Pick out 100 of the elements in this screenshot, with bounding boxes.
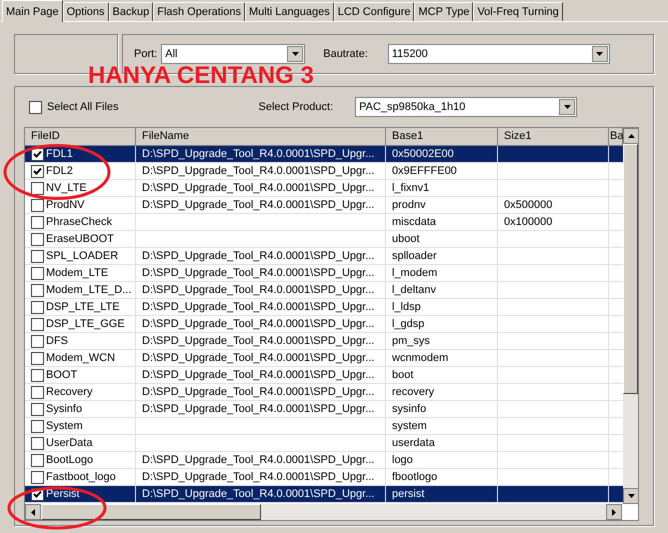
table-row[interactable]: BootLogo D:\SPD_Upgrade_Tool_R4.0.0001\SPD_Upgr... logo [25, 452, 623, 469]
product-dropdown[interactable]: PAC_sp9850ka_1h10 [355, 97, 578, 117]
base-cell: splloader [386, 248, 498, 265]
caret-icon [31, 508, 35, 516]
checkbox[interactable] [31, 402, 44, 416]
checkbox[interactable] [31, 386, 44, 398]
tab[interactable]: Flash Operations [153, 2, 245, 21]
caret-icon [564, 105, 571, 109]
checkbox[interactable] [29, 100, 42, 114]
table-row[interactable]: Sysinfo D:\SPD_Upgrade_Tool_R4.0.0001\SPD_Upgr... sysinfo [25, 401, 623, 418]
checkbox[interactable] [31, 300, 44, 314]
checkbox[interactable] [31, 420, 44, 432]
table-row[interactable]: System system [25, 418, 623, 435]
file-id-cell-text: ProdNV [46, 198, 85, 213]
table-row[interactable]: Persist D:\SPD_Upgrade_Tool_R4.0.0001\SPD_Upgr... persist [25, 486, 623, 503]
file-id-cell-text: System [46, 419, 83, 434]
base-cell: userdata [386, 435, 498, 452]
checkbox[interactable] [31, 334, 44, 348]
check-icon [33, 490, 42, 498]
checkbox[interactable] [31, 266, 44, 280]
file-name-cell: D:\SPD_Upgrade_Tool_R4.0.0001\SPD_Upgr... [136, 265, 386, 282]
dropdown-arrow-button[interactable] [592, 46, 608, 62]
checkbox[interactable] [31, 352, 44, 364]
base-cell: recovery [386, 384, 498, 401]
table-row[interactable]: Modem_LTE D:\SPD_Upgrade_Tool_R4.0.0001\SPD_Upgr... l_modem [25, 265, 623, 282]
table-row[interactable]: Modem_LTE_D... D:\SPD_Upgrade_Tool_R4.0.0001\SPD_Upgr... l_deltanv [25, 282, 623, 299]
checkbox[interactable] [31, 198, 44, 212]
checkbox[interactable] [31, 318, 44, 330]
annotation-text: HANYA CENTANG 3 [88, 62, 314, 90]
checkbox[interactable] [31, 454, 44, 466]
horizontal-scrollbar[interactable] [25, 504, 622, 520]
scroll-up-button[interactable] [623, 128, 638, 144]
table-row[interactable]: DSP_LTE_LTE D:\SPD_Upgrade_Tool_R4.0.0001\SPD_Upgr... l_ldsp [25, 299, 623, 316]
select-all-label: Select All Files [47, 100, 119, 115]
checkbox[interactable] [31, 368, 44, 382]
base-cell: miscdata [386, 214, 498, 231]
table-row[interactable]: BOOT D:\SPD_Upgrade_Tool_R4.0.0001\SPD_Upgr... boot [25, 367, 623, 384]
checkbox[interactable] [31, 182, 44, 194]
table-row[interactable]: ProdNV D:\SPD_Upgrade_Tool_R4.0.0001\SPD_Upgr... prodnv 0x500000 [25, 197, 623, 214]
dropdown-arrow-button[interactable] [287, 46, 304, 62]
table-row[interactable]: Modem_WCN D:\SPD_Upgrade_Tool_R4.0.0001\SPD_Upgr... wcnmodem [25, 350, 623, 367]
file-name-cell: D:\SPD_Upgrade_Tool_R4.0.0001\SPD_Upgr... [136, 180, 386, 197]
base-cell: logo [386, 452, 498, 469]
port-dropdown[interactable]: All [161, 44, 306, 64]
file-name-cell: D:\SPD_Upgrade_Tool_R4.0.0001\SPD_Upgr... [136, 452, 386, 469]
file-id-cell-text: Modem_LTE [46, 266, 108, 281]
checkbox[interactable] [31, 164, 44, 178]
base-cell: sysinfo [386, 401, 498, 418]
table-row[interactable]: FDL2 D:\SPD_Upgrade_Tool_R4.0.0001\SPD_Upgr... 0x9EFFFE00 [25, 163, 623, 180]
file-id-cell-text: NV_LTE [46, 181, 87, 196]
tab[interactable]: Backup [108, 2, 154, 21]
table-row[interactable]: Recovery D:\SPD_Upgrade_Tool_R4.0.0001\SPD_Upgr... recovery [25, 384, 623, 401]
table-row[interactable]: EraseUBOOT uboot [25, 231, 623, 248]
file-id-cell-text: DFS [46, 334, 68, 349]
file-id-cell-text: DSP_LTE_LTE [46, 300, 120, 315]
file-id-cell-text: DSP_LTE_GGE [46, 317, 125, 332]
file-id-cell-text: SPL_LOADER [46, 249, 118, 264]
checkbox[interactable] [31, 250, 44, 262]
base-cell: wcnmodem [386, 350, 498, 367]
vertical-scrollbar[interactable] [623, 128, 638, 504]
checkbox[interactable] [31, 436, 44, 450]
file-id-cell-text: Sysinfo [46, 402, 82, 417]
checkbox[interactable] [31, 216, 44, 228]
file-id-cell-text: Persist [46, 487, 80, 502]
tab[interactable]: LCD Configure [334, 2, 414, 21]
file-id-cell-text: Modem_LTE_D... [46, 283, 132, 298]
tab[interactable]: Options [62, 2, 109, 21]
table-row[interactable]: PhraseCheck miscdata 0x100000 [25, 214, 623, 231]
table-row[interactable]: DSP_LTE_GGE D:\SPD_Upgrade_Tool_R4.0.0001\SPD_Upgr... l_gdsp [25, 316, 623, 333]
file-id-cell-text: BOOT [46, 368, 78, 383]
base-cell: l_fixnv1 [386, 180, 498, 197]
table-row[interactable]: UserData userdata [25, 435, 623, 452]
file-name-cell: D:\SPD_Upgrade_Tool_R4.0.0001\SPD_Upgr... [136, 299, 386, 316]
base-cell: uboot [386, 231, 498, 248]
bautrate-dropdown[interactable]: 115200 [388, 44, 610, 64]
file-name-cell: D:\SPD_Upgrade_Tool_R4.0.0001\SPD_Upgr... [136, 163, 386, 180]
file-name-cell: D:\SPD_Upgrade_Tool_R4.0.0001\SPD_Upgr... [136, 401, 386, 418]
base-cell: l_gdsp [386, 316, 498, 333]
checkbox[interactable] [31, 470, 44, 484]
base-cell: 0x50002E00 [386, 146, 498, 163]
scroll-arrow-button[interactable] [25, 504, 41, 520]
table-row[interactable]: DFS D:\SPD_Upgrade_Tool_R4.0.0001\SPD_Upgr... pm_sys [25, 333, 623, 350]
base-cell: system [386, 418, 498, 435]
base-cell: 0x9EFFFE00 [386, 163, 498, 180]
table-row[interactable]: FDL1 D:\SPD_Upgrade_Tool_R4.0.0001\SPD_Upgr... 0x50002E00 [25, 146, 623, 163]
table-row[interactable]: SPL_LOADER D:\SPD_Upgrade_Tool_R4.0.0001\SPD_Upgr... splloader [25, 248, 623, 265]
table-row[interactable]: NV_LTE D:\SPD_Upgrade_Tool_R4.0.0001\SPD_Upgr... l_fixnv1 [25, 180, 623, 197]
file-id-cell-text: FDL1 [46, 147, 73, 162]
tab[interactable]: Vol-Freq Turning [473, 2, 563, 21]
tab[interactable]: Multi Languages [244, 2, 334, 21]
caret-icon [628, 494, 634, 498]
checkbox[interactable] [31, 232, 44, 246]
tab[interactable]: MCP Type [414, 2, 474, 21]
tab[interactable]: Main Page [2, 0, 63, 22]
dropdown-arrow-button[interactable] [623, 488, 638, 504]
dropdown-arrow-button[interactable] [559, 99, 576, 115]
scroll-arrow-button[interactable] [606, 504, 622, 520]
checkbox[interactable] [31, 284, 44, 296]
file-name-cell: D:\SPD_Upgrade_Tool_R4.0.0001\SPD_Upgr... [136, 384, 386, 401]
base-cell: pm_sys [386, 333, 498, 350]
